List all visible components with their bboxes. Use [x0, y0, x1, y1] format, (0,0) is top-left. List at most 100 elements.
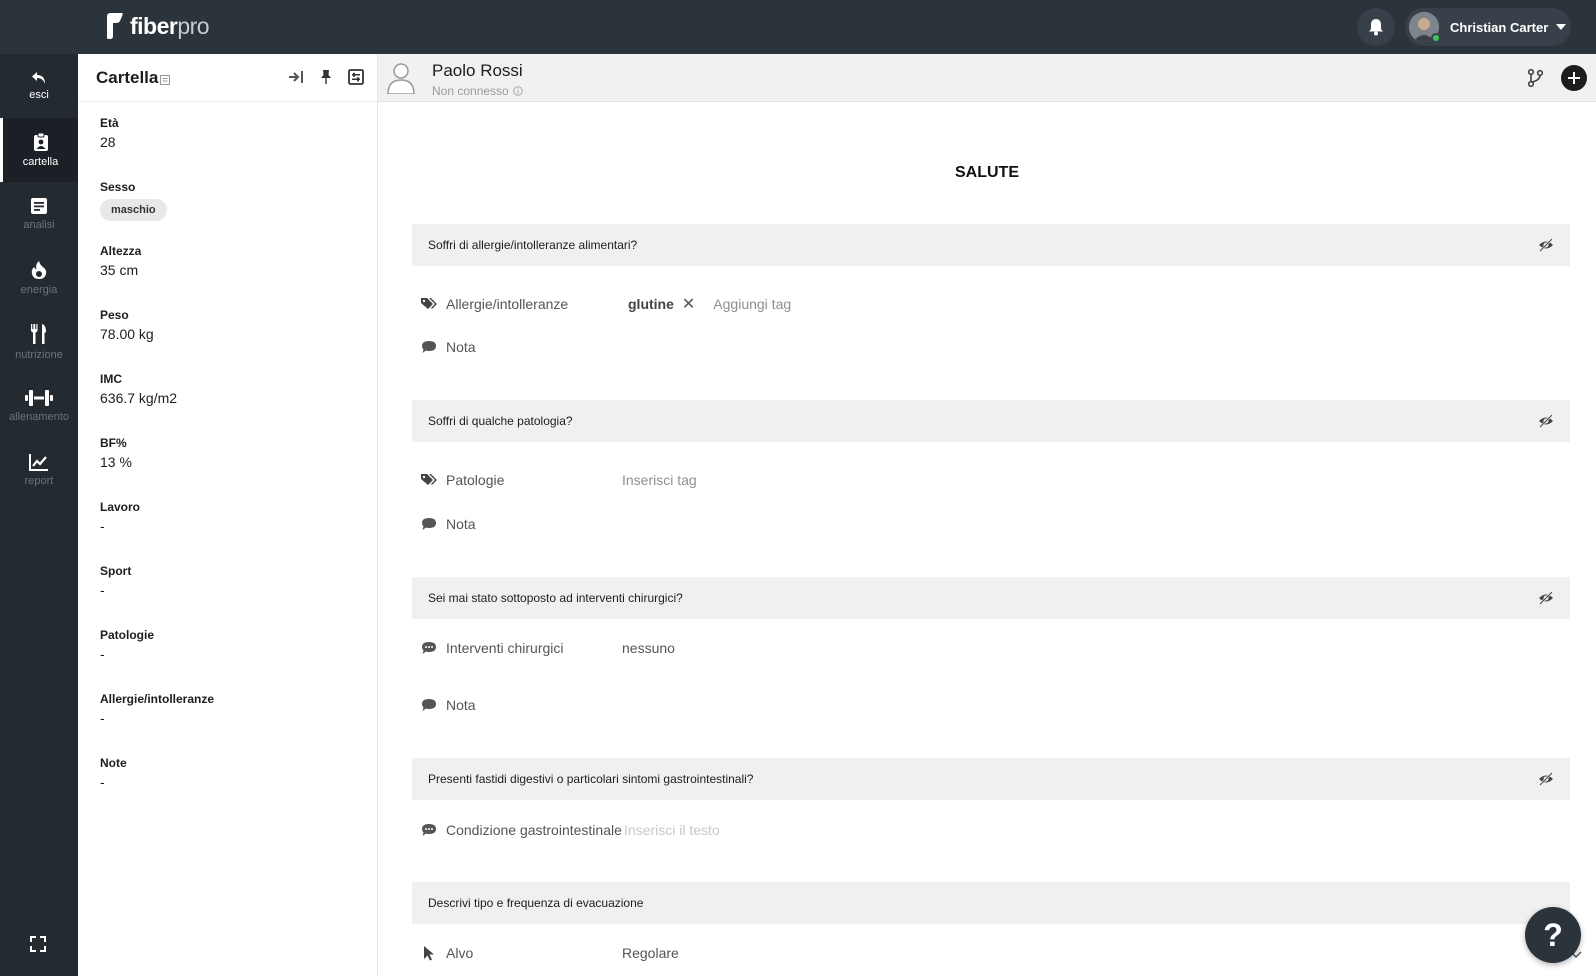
question-title: Sei mai stato sottoposto ad interventi c… [428, 591, 683, 605]
pointer-icon [424, 946, 434, 961]
fiberpro-logo-icon [107, 13, 123, 39]
eye-slash-icon[interactable] [1538, 237, 1554, 253]
info-box-icon[interactable] [160, 74, 171, 85]
field-value: 13 % [100, 454, 132, 470]
field-label: BF% [100, 436, 127, 450]
add-button[interactable] [1561, 65, 1587, 91]
patient-avatar-icon[interactable] [386, 60, 416, 94]
rail-label: report [24, 475, 54, 487]
tags-icon [421, 473, 437, 485]
clipboard-user-icon [33, 132, 48, 151]
field-value: - [100, 710, 105, 726]
rail-label: analisi [23, 219, 55, 231]
allergie-row: Allergie/intolleranze glutine ✕ [420, 293, 894, 315]
field-eta: Età 28 [78, 116, 119, 150]
field-label: Sport [100, 564, 132, 578]
bell-icon [1369, 19, 1383, 36]
rail-label: energia [20, 284, 58, 296]
note-label: Nota [446, 516, 476, 532]
branch-icon[interactable] [1526, 68, 1544, 88]
field-allergie: Allergie/intolleranze - [78, 692, 214, 726]
brand-logo[interactable]: fiberpro [104, 12, 210, 40]
field-value: - [100, 774, 105, 790]
interventi-row: Interventi chirurgici nessuno [420, 637, 675, 659]
top-bar: fiberpro Christian Carter [0, 0, 1596, 54]
help-button[interactable]: ? [1525, 907, 1581, 963]
field-label: Allergie/intolleranze [446, 296, 569, 312]
field-sport: Sport - [78, 564, 131, 598]
field-label: Età [100, 116, 119, 130]
section-title: SALUTE [955, 164, 1019, 181]
question-title: Presenti fastidi digestivi o particolari… [428, 772, 754, 786]
patologie-note-row[interactable]: Nota [420, 513, 622, 535]
field-sesso: Sesso maschio [78, 180, 167, 221]
sliders-box-icon [348, 69, 364, 85]
field-label: Altezza [100, 244, 142, 258]
rail-item-analisi[interactable]: analisi [0, 182, 78, 246]
add-tag-input[interactable] [713, 296, 894, 312]
remove-tag-icon[interactable]: ✕ [682, 294, 695, 314]
question-evacuazione-header: Descrivi tipo e frequenza di evacuazione [412, 882, 1570, 924]
panel-tools [287, 68, 365, 86]
plus-icon [1568, 72, 1580, 84]
pin-button[interactable] [317, 68, 335, 86]
field-label: Note [100, 756, 127, 770]
notifications-button[interactable] [1357, 8, 1395, 46]
eye-slash-icon[interactable] [1538, 771, 1554, 787]
field-label: Allergie/intolleranze [100, 692, 215, 706]
tag-label: glutine [628, 296, 674, 312]
interventi-value[interactable]: nessuno [622, 640, 675, 656]
arrow-to-right-icon [289, 71, 303, 83]
field-altezza: Altezza 35 cm [78, 244, 141, 278]
pin-icon [321, 70, 331, 84]
collapse-panel-button[interactable] [287, 68, 305, 86]
allergie-note-row[interactable]: Nota [420, 336, 622, 358]
field-label: Patologie [100, 628, 155, 642]
gastro-row: Condizione gastrointestinale [420, 819, 844, 841]
rail-item-cartella[interactable]: cartella [0, 118, 78, 182]
back-arrow-icon [32, 72, 45, 84]
eye-slash-icon[interactable] [1538, 413, 1554, 429]
connection-status: Non connesso [432, 84, 523, 98]
rail-item-esci[interactable]: esci [0, 54, 78, 118]
connection-status-text: Non connesso [432, 84, 509, 98]
patient-name: Paolo Rossi [432, 61, 523, 80]
note-label: Nota [446, 339, 476, 355]
user-name: Christian Carter [1450, 19, 1549, 35]
question-title: Soffri di qualche patologia? [428, 414, 573, 428]
rail-item-nutrizione[interactable]: nutrizione [0, 310, 78, 374]
rail-item-allenamento[interactable]: allenamento [0, 374, 78, 438]
user-menu[interactable]: Christian Carter [1405, 8, 1571, 46]
patologie-tag-input[interactable] [622, 472, 842, 488]
comment-dots-icon [422, 824, 436, 836]
field-label: IMC [100, 372, 122, 386]
rail-item-report[interactable]: report [0, 438, 78, 502]
eye-slash-icon[interactable] [1538, 590, 1554, 606]
rail-item-energia[interactable]: energia [0, 246, 78, 310]
field-imc: IMC 636.7 kg/m2 [78, 372, 177, 406]
field-label: Peso [100, 308, 129, 322]
utensils-icon [31, 324, 46, 344]
edit-fields-button[interactable] [347, 68, 365, 86]
gastro-text-input[interactable] [624, 822, 844, 838]
note-label: Nota [446, 697, 476, 713]
comment-dots-icon [422, 642, 436, 654]
fullscreen-icon[interactable] [28, 934, 48, 954]
sex-badge: maschio [100, 199, 167, 221]
dumbbell-icon [25, 390, 53, 406]
rail-label: nutrizione [15, 349, 63, 361]
field-label: Lavoro [100, 500, 141, 514]
tags-icon [421, 297, 437, 309]
field-label: Condizione gastrointestinale [446, 822, 622, 838]
info-icon[interactable] [512, 86, 523, 96]
interventi-note-row[interactable]: Nota [420, 694, 622, 716]
field-value: 35 cm [100, 262, 139, 278]
online-status-dot [1431, 33, 1441, 43]
brand-name-part2: pro [177, 12, 210, 39]
health-form: SALUTE Soffri di allergie/intolleranze a… [378, 102, 1596, 976]
field-peso: Peso 78.00 kg [78, 308, 154, 342]
patient-header: Paolo Rossi Non connesso [378, 54, 1596, 102]
alvo-row: Alvo Regolare [420, 942, 1582, 964]
alvo-select[interactable]: Regolare [622, 945, 679, 961]
field-value: 78.00 kg [100, 326, 154, 342]
